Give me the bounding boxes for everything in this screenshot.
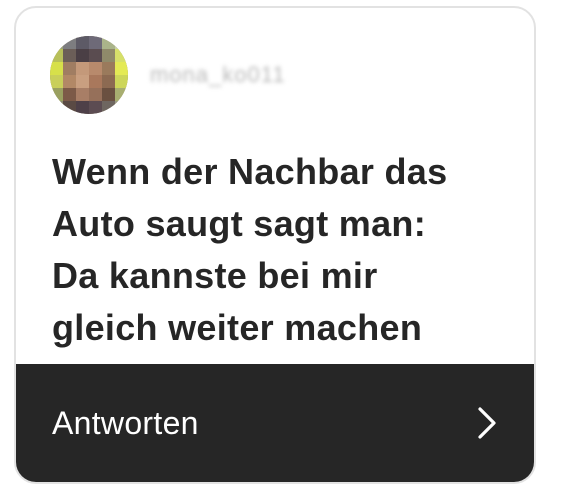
question-text: Wenn der Nachbar das Auto saugt sagt man… [52, 151, 448, 348]
post-header: mona_ko011 [50, 36, 286, 114]
question-sticker-card: mona_ko011 Wenn der Nachbar das Auto sau… [14, 6, 536, 484]
username-text: mona_ko011 [150, 62, 286, 87]
reply-button[interactable]: Antworten [16, 364, 534, 482]
avatar[interactable] [50, 36, 128, 114]
pixelated-avatar-icon [50, 36, 128, 114]
reply-label: Antworten [52, 404, 199, 441]
username[interactable]: mona_ko011 [150, 62, 286, 87]
chevron-right-icon [476, 406, 498, 440]
